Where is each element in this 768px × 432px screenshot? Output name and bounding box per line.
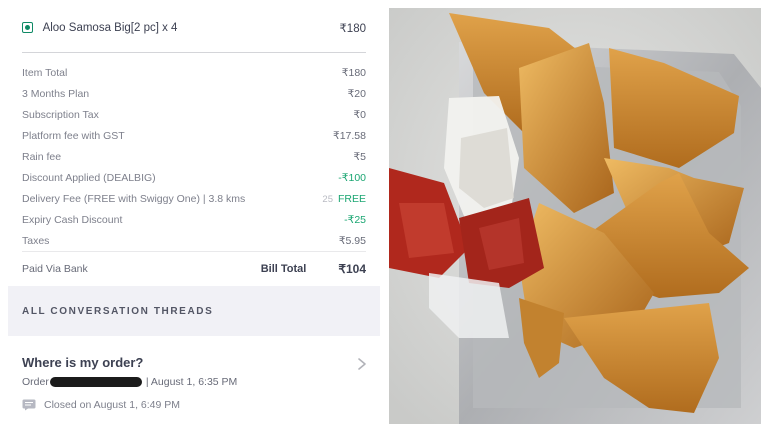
bill-row-plan: 3 Months Plan ₹20 (22, 87, 366, 100)
bill-details: Item Total ₹180 3 Months Plan ₹20 Subscrip… (22, 62, 366, 251)
veg-indicator-icon (22, 22, 33, 34)
order-item-price: ₹180 (339, 23, 366, 35)
conversation-meta: Order | August 1, 6:35 PM (22, 376, 237, 388)
samosa-photo-illustration (389, 8, 761, 424)
order-item-name: Aloo Samosa Big[2 pc] x 4 (42, 22, 178, 34)
bill-total-row: Paid Via Bank Bill Total ₹104 (22, 251, 366, 286)
bill-row-discount: Discount Applied (DEALBIG) -₹100 (22, 171, 366, 184)
conversation-closed-row: Closed on August 1, 6:49 PM (22, 399, 180, 411)
closed-text: Closed on August 1, 6:49 PM (44, 399, 181, 411)
conversation-threads-header: ALL CONVERSATION THREADS (8, 286, 380, 336)
order-receipt-panel: Aloo Samosa Big[2 pc] x 4 ₹180 Item Tota… (0, 0, 386, 432)
bill-total-value: ₹104 (338, 262, 366, 276)
chevron-right-icon[interactable] (355, 355, 369, 373)
bill-row-item-total: Item Total ₹180 (22, 66, 366, 79)
order-prefix: Order (22, 376, 49, 388)
bill-row-subscription-tax: Subscription Tax ₹0 (22, 108, 366, 121)
bill-row-platform-fee: Platform fee with GST ₹17.58 (22, 129, 366, 142)
divider (22, 52, 366, 53)
bill-row-delivery-fee: Delivery Fee (FREE with Swiggy One) | 3.… (22, 192, 366, 205)
bill-row-rain-fee: Rain fee ₹5 (22, 150, 366, 163)
chat-icon (22, 399, 36, 411)
bill-row-expiry-cash: Expiry Cash Discount -₹25 (22, 213, 366, 226)
samosa-photo (389, 8, 761, 424)
redacted-order-id (49, 377, 142, 387)
order-item-row: Aloo Samosa Big[2 pc] x 4 ₹180 (22, 16, 366, 40)
conversation-title[interactable]: Where is my order? (22, 355, 143, 370)
order-date: | August 1, 6:35 PM (145, 376, 238, 388)
bill-total-label: Bill Total (260, 263, 307, 275)
struck-delivery-fee: 25 (322, 193, 333, 205)
bill-row-taxes: Taxes ₹5.95 (22, 234, 366, 247)
paid-via-label: Paid Via Bank (22, 263, 88, 275)
